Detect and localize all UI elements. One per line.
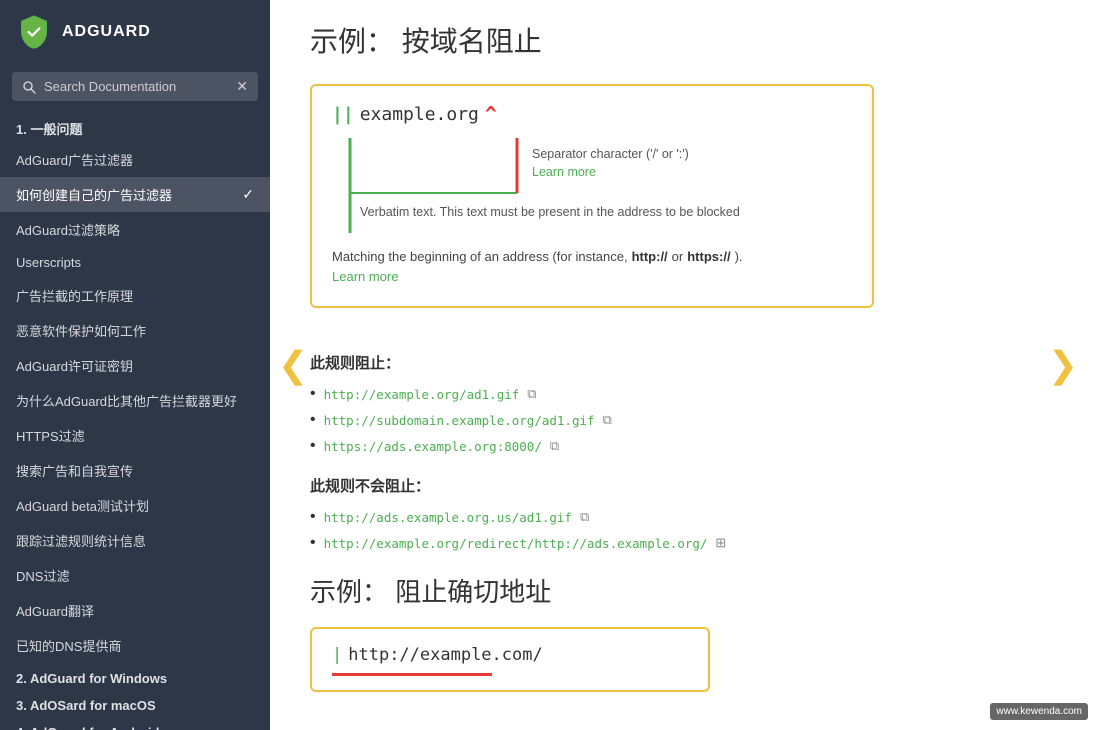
watermark: www.kewenda.com [990,703,1088,720]
sidebar-item-dns-filter[interactable]: DNS过滤 [0,558,270,593]
diagram-code-line: || example.org ^ [332,102,852,126]
sidebar-item-label: AdGuard beta测试计划 [16,496,149,515]
not-blocked-title: 此规则不会阻止： [310,475,1038,496]
brand-name: ADGUARD [62,23,151,41]
list-item: https://ads.example.org:8000/ ⧉ [310,437,1038,455]
url-2-text: http://example.com/ [348,645,542,665]
prev-page-button[interactable]: ❮ [278,344,308,386]
page-title: 示例： 按域名阻止 [310,20,1038,60]
sidebar-item-label: 如何创建自己的广告过滤器 [16,185,172,204]
sidebar-item-adguard-ad-filter[interactable]: AdGuard广告过滤器 [0,142,270,177]
svg-text:Learn more: Learn more [532,165,596,179]
sidebar-section-1: 1. 一般问题 [0,111,270,142]
copy-icon-5[interactable]: ⊞ [715,535,726,551]
search-input[interactable] [44,79,228,94]
sidebar-section-3: 3. AdOSard for macOS [0,690,270,717]
sidebar-item-label: AdGuard翻译 [16,601,94,620]
search-box[interactable]: ✕ [12,72,258,101]
domain-text: example.org [360,104,479,125]
sidebar-item-malware[interactable]: 恶意软件保护如何工作 [0,313,270,348]
copy-icon-4[interactable]: ⧉ [580,509,589,525]
section-title-2: 示例： 阻止确切地址 [310,572,1038,609]
sidebar-item-label: 搜索广告和自我宣传 [16,461,133,480]
sidebar-item-label: AdGuard过滤策略 [16,220,120,239]
matching-label: Matching the beginning of an address (fo… [332,249,628,264]
blocked-url-3[interactable]: https://ads.example.org:8000/ [324,439,542,454]
sidebar-item-blocking-works[interactable]: 广告拦截的工作原理 [0,278,270,313]
sidebar-item-label: DNS过滤 [16,566,69,585]
close-paren: ). [735,249,743,264]
sidebar-item-label: 恶意软件保护如何工作 [16,321,146,340]
learn-more-2-link[interactable]: Learn more [332,269,398,284]
diagram-svg: Separator character ('/' or ':') Learn m… [332,138,852,248]
copy-icon-1[interactable]: ⧉ [527,386,536,402]
not-blocked-url-1[interactable]: http://ads.example.org.us/ad1.gif [324,510,572,525]
blocked-url-2[interactable]: http://subdomain.example.org/ad1.gif [324,413,595,428]
pipe-2-symbol: | [332,645,342,665]
blocked-title: 此规则阻止： [310,352,1038,373]
sidebar-section-4: 4. AdGuard for Android [0,717,270,730]
svg-text:Separator character ('/' or ':: Separator character ('/' or ':') [532,147,689,161]
learn-more-2[interactable]: Learn more [332,268,852,286]
diagram-code-2-line: | http://example.com/ [332,645,688,665]
active-check-icon: ✓ [242,186,254,203]
sidebar-item-known-dns[interactable]: 已知的DNS提供商 [0,628,270,663]
sidebar-item-label: 为什么AdGuard比其他广告拦截器更好 [16,391,237,410]
sidebar-item-search-ads[interactable]: 搜索广告和自我宣传 [0,453,270,488]
main-content: 示例： 按域名阻止 || example.org ^ Separator cha… [270,0,1098,730]
list-item: http://ads.example.org.us/ad1.gif ⧉ [310,508,1038,526]
diagram-1: || example.org ^ Separator character ('/… [310,84,874,308]
sidebar-item-filter-stats[interactable]: 跟踪过滤规则统计信息 [0,523,270,558]
sidebar-item-beta-test[interactable]: AdGuard beta测试计划 [0,488,270,523]
sidebar-item-label: AdGuard许可证密钥 [16,356,133,375]
list-item: http://example.org/redirect/http://ads.e… [310,534,1038,552]
copy-icon-3[interactable]: ⧉ [550,438,559,454]
copy-icon-2[interactable]: ⧉ [603,412,612,428]
list-item: http://subdomain.example.org/ad1.gif ⧉ [310,411,1038,429]
sidebar-item-userscripts[interactable]: Userscripts [0,247,270,278]
search-clear-button[interactable]: ✕ [236,78,248,95]
matching-text: Matching the beginning of an address (fo… [332,249,852,264]
https-text: https:// [687,249,730,264]
caret-symbol: ^ [485,102,497,126]
sidebar-item-create-ad-filter[interactable]: 如何创建自己的广告过滤器 ✓ [0,177,270,212]
adguard-logo-icon [16,14,52,50]
list-item: http://example.org/ad1.gif ⧉ [310,385,1038,403]
sidebar-section-2: 2. AdGuard for Windows [0,663,270,690]
sidebar-item-translate[interactable]: AdGuard翻译 [0,593,270,628]
sidebar-item-license[interactable]: AdGuard许可证密钥 [0,348,270,383]
http-text: http:// [632,249,668,264]
search-icon [22,80,36,94]
blocked-url-1[interactable]: http://example.org/ad1.gif [324,387,520,402]
not-blocked-url-2[interactable]: http://example.org/redirect/http://ads.e… [324,536,708,551]
sidebar-item-filter-policy[interactable]: AdGuard过滤策略 [0,212,270,247]
sidebar-header: ADGUARD [0,0,270,64]
or-text: or [672,249,684,264]
underline-bar [332,673,492,676]
diagram-2: | http://example.com/ [310,627,710,692]
sidebar-item-label: 跟踪过滤规则统计信息 [16,531,146,550]
next-page-button[interactable]: ❯ [1048,344,1078,386]
not-blocked-urls-list: http://ads.example.org.us/ad1.gif ⧉ http… [310,508,1038,552]
sidebar-item-label: 广告拦截的工作原理 [16,286,133,305]
sidebar: ADGUARD ✕ 1. 一般问题 AdGuard广告过滤器 如何创建自己的广告… [0,0,270,730]
sidebar-item-label: AdGuard广告过滤器 [16,150,133,169]
blocked-urls-list: http://example.org/ad1.gif ⧉ http://subd… [310,385,1038,455]
sidebar-item-label: 已知的DNS提供商 [16,636,121,655]
sidebar-item-label: Userscripts [16,255,81,270]
sidebar-item-label: HTTPS过滤 [16,426,85,445]
sidebar-item-https[interactable]: HTTPS过滤 [0,418,270,453]
svg-text:Verbatim text. This text must: Verbatim text. This text must be present… [360,205,740,219]
sidebar-item-why-better[interactable]: 为什么AdGuard比其他广告拦截器更好 [0,383,270,418]
pipe-symbol: || [332,104,354,125]
